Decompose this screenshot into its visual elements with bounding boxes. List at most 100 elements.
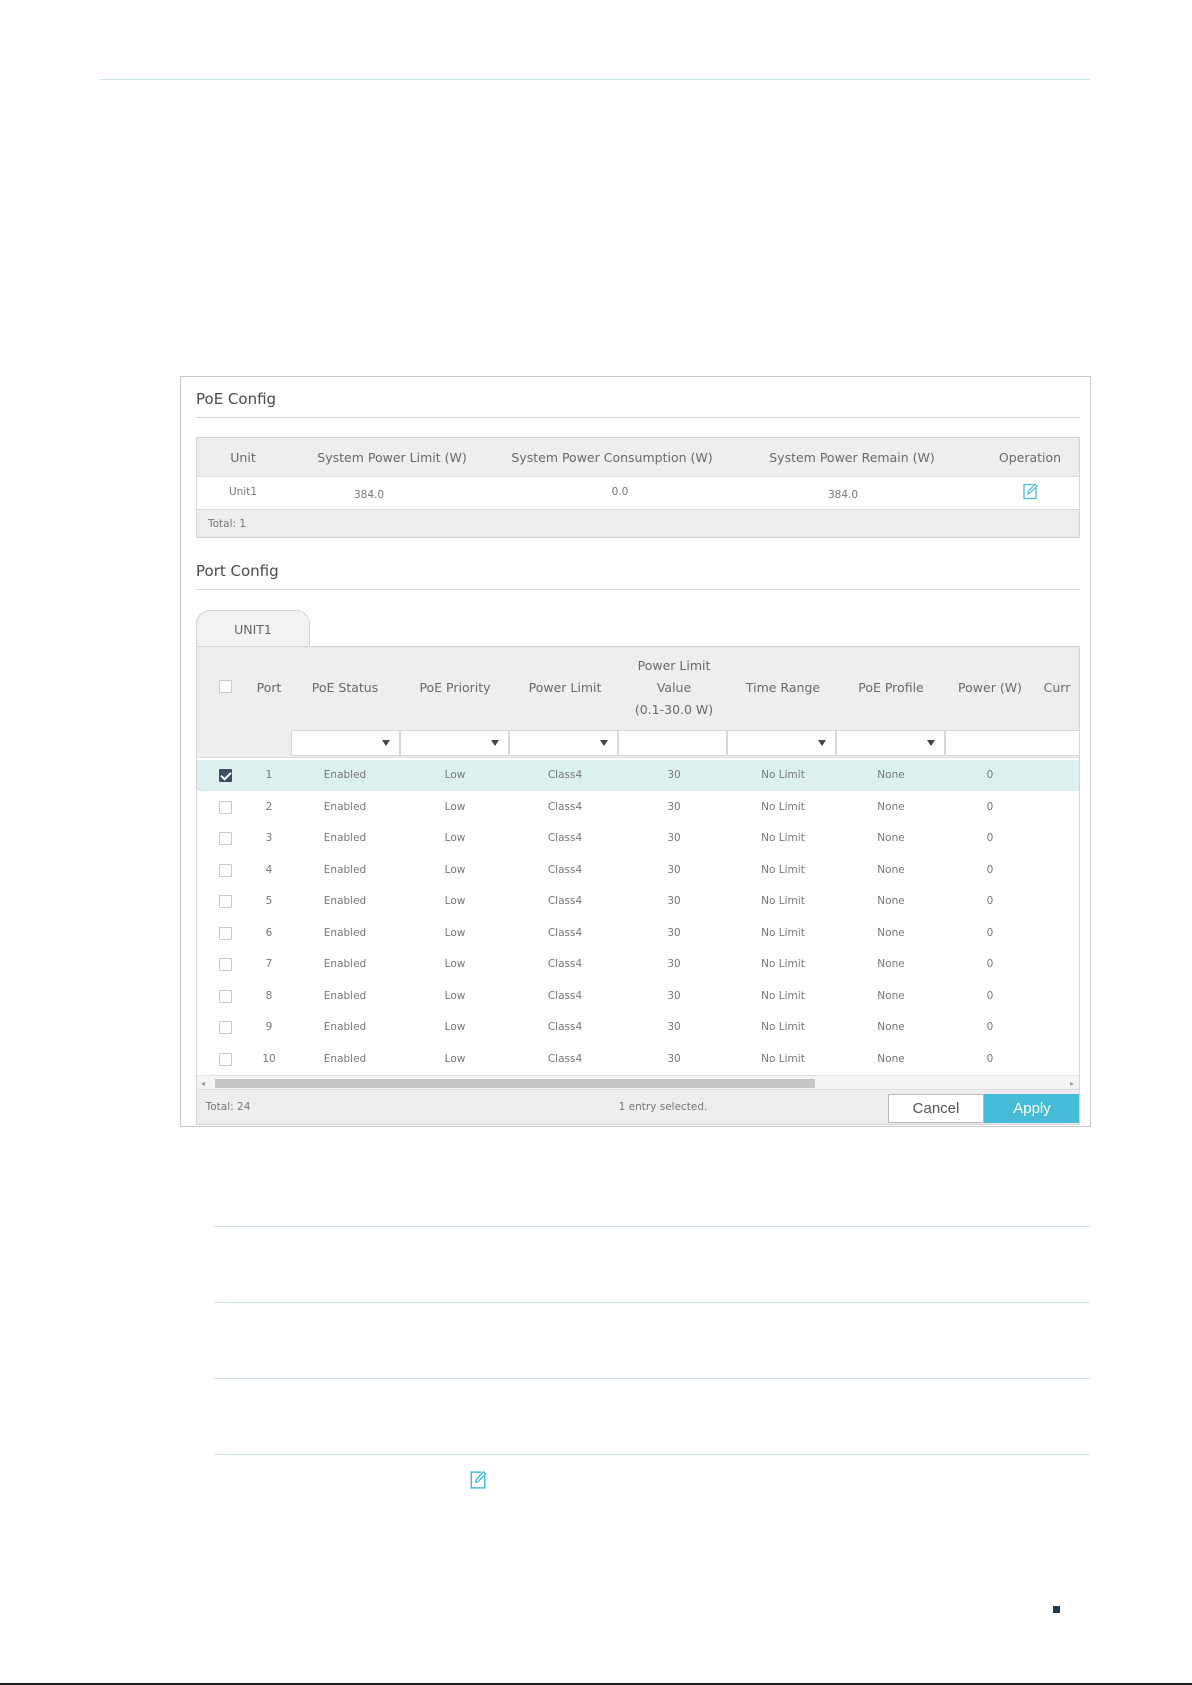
select-all-checkbox[interactable] — [219, 680, 232, 693]
cell-power: 0 — [986, 800, 994, 813]
cell-power-limit-value: 30 — [667, 1052, 681, 1065]
header-power: Power (W) — [958, 680, 1022, 695]
row-checkbox[interactable] — [219, 800, 232, 814]
cell-power-consumption: 0.0 — [611, 486, 629, 498]
cell-power-limit-value: 30 — [667, 989, 681, 1002]
cell-poe-status: Enabled — [323, 800, 367, 813]
power-filter[interactable] — [945, 730, 1079, 756]
cell-time-range: No Limit — [761, 926, 805, 939]
cell-time-range: No Limit — [761, 769, 805, 781]
table-row[interactable]: 2 Enabled Low Class4 30 No Limit None 0 — [197, 791, 1079, 823]
poe-status-filter[interactable] — [291, 730, 400, 756]
poe-config-screenshot: PoE Config Unit System Power Limit (W) S… — [180, 376, 1091, 1127]
poe-profile-filter[interactable] — [836, 730, 945, 756]
header-system-power-remain: System Power Remain (W) — [769, 450, 935, 465]
header-poe-priority: PoE Priority — [419, 680, 491, 695]
table-row[interactable]: 4 Enabled Low Class4 30 No Limit None 0 — [197, 854, 1079, 886]
cell-poe-priority: Low — [444, 1052, 466, 1065]
cell-poe-status: Enabled — [323, 926, 367, 939]
cell-time-range: No Limit — [761, 989, 805, 1002]
row-checkbox[interactable] — [219, 989, 232, 1003]
cell-time-range: No Limit — [761, 863, 805, 876]
cancel-button[interactable]: Cancel — [888, 1094, 984, 1123]
header-power-limit-value: Value — [656, 680, 692, 695]
row-checkbox[interactable] — [219, 1021, 232, 1034]
table-row[interactable]: 8 Enabled Low Class4 30 No Limit None 0 — [197, 980, 1079, 1012]
header-system-power-limit: System Power Limit (W) — [317, 450, 467, 465]
chevron-down-icon — [818, 740, 826, 746]
cell-power-limit-value: 30 — [667, 895, 681, 907]
header-time-range: Time Range — [745, 680, 821, 695]
power-limit-filter[interactable] — [509, 730, 618, 756]
cell-poe-status: Enabled — [323, 895, 367, 907]
cell-power-limit-value: 30 — [667, 863, 681, 876]
tab-unit1[interactable]: UNIT1 — [196, 610, 310, 647]
scroll-left-icon[interactable]: ◂ — [201, 1079, 205, 1088]
table-row[interactable]: 5 Enabled Low Class4 30 No Limit None 0 — [197, 886, 1079, 917]
cell-poe-profile: None — [877, 863, 905, 876]
poe-priority-filter[interactable] — [400, 730, 509, 756]
table-row[interactable]: 1 Enabled Low Class4 30 No Limit None 0 — [197, 760, 1079, 791]
cell-poe-priority: Low — [444, 1021, 466, 1033]
divider — [214, 1226, 1090, 1227]
port-config-title: Port Config — [196, 562, 279, 580]
table-row[interactable]: 7 Enabled Low Class4 30 No Limit None 0 — [197, 949, 1079, 980]
chevron-down-icon — [491, 740, 499, 746]
cell-poe-priority: Low — [444, 989, 466, 1002]
cell-power: 0 — [986, 1021, 994, 1033]
cell-power-limit-value: 30 — [667, 832, 681, 844]
cell-poe-status: Enabled — [323, 989, 367, 1002]
cell-port: 9 — [265, 1021, 273, 1033]
row-checkbox[interactable] — [219, 958, 232, 971]
power-limit-value-input[interactable] — [618, 730, 727, 756]
cell-port: 10 — [262, 1052, 276, 1065]
header-poe-profile: PoE Profile — [858, 680, 924, 695]
cell-poe-status: Enabled — [323, 832, 367, 844]
cell-time-range: No Limit — [761, 958, 805, 970]
time-range-filter[interactable] — [727, 730, 836, 756]
row-checkbox[interactable] — [219, 895, 232, 908]
edit-icon[interactable] — [1022, 483, 1038, 500]
cell-time-range: No Limit — [761, 1021, 805, 1033]
cell-port: 1 — [265, 769, 273, 781]
cell-poe-priority: Low — [444, 863, 466, 876]
row-checkbox[interactable] — [219, 863, 232, 877]
scroll-right-icon[interactable]: ▸ — [1070, 1079, 1074, 1088]
cell-power: 0 — [986, 1052, 994, 1065]
cell-poe-status: Enabled — [323, 863, 367, 876]
cell-poe-status: Enabled — [323, 769, 367, 781]
cell-power-limit: Class4 — [547, 989, 583, 1002]
cell-poe-priority: Low — [444, 832, 466, 844]
cell-time-range: No Limit — [761, 1052, 805, 1065]
row-checkbox[interactable] — [219, 832, 232, 845]
header-power-limit-value: Power Limit — [637, 658, 711, 673]
cell-poe-profile: None — [877, 989, 905, 1002]
total-count: Total: 24 — [205, 1101, 251, 1113]
cell-power-limit: Class4 — [547, 926, 583, 939]
row-checkbox[interactable] — [219, 769, 232, 782]
table-row[interactable]: 6 Enabled Low Class4 30 No Limit None 0 — [197, 917, 1079, 949]
table-row[interactable]: 10 Enabled Low Class4 30 No Limit None 0 — [197, 1043, 1079, 1075]
table-header: Unit System Power Limit (W) System Power… — [197, 438, 1079, 477]
filter-row — [197, 727, 1079, 758]
horizontal-scrollbar[interactable]: ◂ ▸ — [197, 1075, 1079, 1089]
table-row[interactable]: 9 Enabled Low Class4 30 No Limit None 0 — [197, 1012, 1079, 1043]
cell-poe-priority: Low — [444, 800, 466, 813]
cell-power: 0 — [986, 863, 994, 876]
cell-port: 2 — [265, 800, 273, 813]
row-checkbox[interactable] — [219, 926, 232, 940]
cell-power-limit-value: 30 — [667, 769, 681, 781]
scrollbar-thumb[interactable] — [215, 1079, 815, 1088]
header-power-limit-range: (0.1-30.0 W) — [634, 702, 714, 717]
cell-power-limit: Class4 — [547, 832, 583, 844]
cell-poe-profile: None — [877, 1052, 905, 1065]
header-poe-status: PoE Status — [311, 680, 379, 695]
row-checkbox[interactable] — [219, 1052, 232, 1066]
port-config-table: Port PoE Status PoE Priority Power Limit… — [196, 646, 1080, 1125]
apply-button[interactable]: Apply — [984, 1094, 1079, 1123]
header-operation: Operation — [998, 450, 1062, 465]
table-row[interactable]: 3 Enabled Low Class4 30 No Limit None 0 — [197, 823, 1079, 854]
header-unit: Unit — [230, 450, 256, 465]
tab-label: UNIT1 — [234, 622, 272, 637]
cell-poe-profile: None — [877, 800, 905, 813]
